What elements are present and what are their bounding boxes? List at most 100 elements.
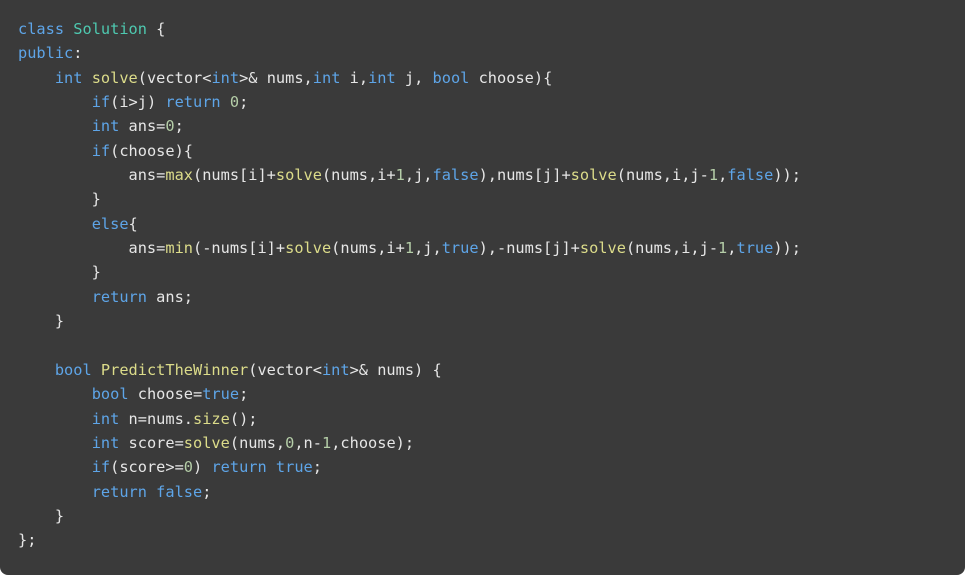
code-line: return false; bbox=[18, 480, 947, 504]
code-token: true bbox=[441, 239, 479, 258]
code-token: int bbox=[312, 68, 341, 87]
code-token: return bbox=[211, 458, 267, 477]
code-line: bool PredictTheWinner(vector<int>& nums)… bbox=[18, 358, 947, 382]
code-token: } bbox=[18, 506, 65, 525]
code-token: )); bbox=[773, 239, 801, 258]
code-token: ),-nums[j]+ bbox=[478, 239, 580, 258]
code-line: int score=solve(nums,0,n-1,choose); bbox=[18, 431, 947, 455]
code-line: class Solution { bbox=[18, 17, 947, 41]
code-token: 0 bbox=[165, 117, 175, 136]
code-token: int bbox=[91, 433, 120, 452]
code-line: if(choose){ bbox=[18, 139, 947, 163]
code-token: solve bbox=[183, 433, 230, 452]
code-token: n=nums. bbox=[119, 409, 194, 428]
code-token: choose= bbox=[128, 385, 203, 404]
code-line: if(i>j) return 0; bbox=[18, 90, 947, 114]
code-token: 1 bbox=[395, 166, 405, 185]
code-line: ans=max(nums[i]+solve(nums,i+1,j,false),… bbox=[18, 163, 947, 187]
code-token: Solution bbox=[73, 20, 147, 38]
code-token: return bbox=[91, 287, 147, 306]
code-line: } bbox=[18, 260, 947, 284]
code-line: } bbox=[18, 187, 947, 211]
code-token: ,n- bbox=[294, 433, 322, 452]
code-token: (nums,i+ bbox=[331, 239, 405, 258]
code-token: solve bbox=[570, 166, 617, 185]
code-token: true bbox=[736, 239, 774, 258]
code-token: 1 bbox=[708, 166, 719, 185]
code-token: solve bbox=[275, 166, 322, 185]
code-token: (vector< bbox=[137, 68, 212, 87]
code-line: else{ bbox=[18, 212, 947, 236]
code-token: ; bbox=[202, 482, 212, 501]
code-token: 0 bbox=[229, 93, 240, 112]
code-token: public bbox=[18, 44, 74, 63]
code-token: 1 bbox=[321, 433, 332, 452]
code-token: bool bbox=[91, 385, 129, 404]
code-line: int ans=0; bbox=[18, 114, 947, 138]
code-token: int bbox=[368, 68, 396, 87]
code-token: max bbox=[165, 166, 193, 185]
code-token: 1 bbox=[404, 239, 415, 258]
code-token: if bbox=[91, 93, 111, 112]
code-token: if bbox=[91, 458, 111, 477]
code-token: ans= bbox=[119, 117, 166, 136]
code-token: (score>= bbox=[110, 458, 184, 477]
code-token: 1 bbox=[718, 239, 728, 258]
code-line: int n=nums.size(); bbox=[18, 407, 947, 431]
code-token: (nums,i,j- bbox=[625, 239, 719, 258]
code-token: ; bbox=[239, 385, 249, 404]
code-token: if bbox=[91, 141, 111, 160]
code-token: bool bbox=[432, 68, 470, 87]
code-line: ans=min(-nums[i]+solve(nums,i+1,j,true),… bbox=[18, 236, 947, 260]
code-token: i, bbox=[340, 68, 369, 87]
code-token: class bbox=[18, 20, 65, 38]
code-token: choose){ bbox=[469, 68, 553, 87]
code-token: (-nums[i]+ bbox=[193, 239, 286, 258]
code-line: } bbox=[18, 309, 947, 333]
code-token: int bbox=[211, 68, 240, 87]
code-token: ) bbox=[193, 458, 212, 477]
code-token: >& nums, bbox=[239, 68, 313, 87]
code-token: ans= bbox=[18, 239, 166, 258]
code-line: if(score>=0) return true; bbox=[18, 455, 947, 479]
code-token: } bbox=[18, 312, 65, 331]
code-line: int solve(vector<int>& nums,int i,int j,… bbox=[18, 66, 947, 90]
code-token: false bbox=[727, 166, 774, 185]
code-token: false bbox=[156, 482, 203, 501]
code-token: } bbox=[18, 263, 101, 282]
code-token: (); bbox=[229, 409, 258, 428]
code-token: )); bbox=[773, 166, 801, 185]
code-token: ; bbox=[239, 93, 249, 112]
code-token: (nums[i]+ bbox=[193, 166, 276, 185]
code-token: int bbox=[91, 409, 120, 428]
code-line: }; bbox=[18, 528, 947, 552]
code-token: }; bbox=[18, 531, 37, 550]
code-token: 0 bbox=[285, 433, 295, 452]
code-token: true bbox=[202, 385, 240, 404]
code-token: score= bbox=[119, 433, 184, 452]
code-token: (vector< bbox=[248, 360, 322, 379]
code-token: j, bbox=[395, 68, 433, 87]
code-token: ; bbox=[312, 458, 322, 477]
code-token: (choose){ bbox=[110, 141, 193, 160]
code-token: int bbox=[321, 360, 350, 379]
code-token: (nums, bbox=[229, 433, 286, 452]
code-token: ans; bbox=[146, 287, 194, 306]
code-token: solve bbox=[91, 68, 138, 87]
code-token: true bbox=[275, 458, 313, 477]
code-token: ,j, bbox=[414, 239, 442, 258]
